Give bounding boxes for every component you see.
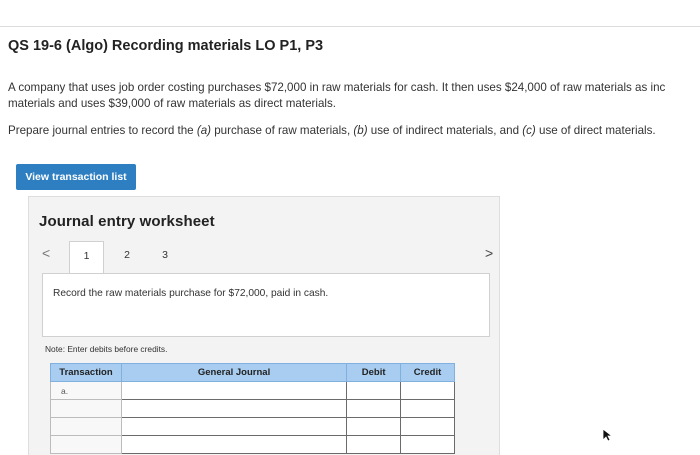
mouse-pointer-icon [602,428,614,442]
marker-b: (b) [353,124,368,137]
journal-header-row: Transaction General Journal Debit Credit [50,363,455,382]
tab-1[interactable]: 1 [69,241,104,274]
instructions-prefix: Prepare journal entries to record the [8,124,197,137]
account-select[interactable] [120,381,348,400]
step-instruction: Record the raw materials purchase for $7… [53,288,329,299]
transaction-cell [50,417,122,436]
step-instruction-box: Record the raw materials purchase for $7… [42,273,490,337]
debit-input[interactable] [346,381,402,400]
marker-c: (c) [522,124,536,137]
instructions-c: use of direct materials. [535,124,656,137]
tab-3[interactable]: 3 [155,241,175,269]
column-header-debit: Debit [346,363,402,382]
journal-entry-worksheet: Journal entry worksheet < 1 2 3 > Record… [28,196,500,455]
tab-2[interactable]: 2 [117,241,137,269]
top-divider [0,26,700,27]
account-select[interactable] [120,399,348,418]
account-select[interactable] [120,417,348,436]
account-select[interactable] [120,435,348,454]
credit-input[interactable] [400,399,455,418]
problem-line-1: A company that uses job order costing pu… [8,81,666,94]
previous-arrow-icon[interactable]: < [42,245,50,261]
transaction-cell: a. [50,381,122,400]
worksheet-title: Journal entry worksheet [39,213,215,230]
table-row [50,435,455,454]
debit-input[interactable] [346,417,402,436]
table-row [50,399,455,418]
transaction-cell [50,435,122,454]
next-arrow-icon[interactable]: > [485,245,493,261]
table-row: a. [50,381,455,400]
column-header-credit: Credit [400,363,455,382]
problem-statement: A company that uses job order costing pu… [8,80,698,112]
marker-a: (a) [196,124,211,137]
problem-line-2: materials and uses $39,000 of raw materi… [8,97,336,110]
transaction-cell [50,399,122,418]
instructions-b: use of indirect materials, and [367,124,523,137]
column-header-transaction: Transaction [50,363,122,382]
credit-input[interactable] [400,435,455,454]
instructions-a: purchase of raw materials, [211,124,354,137]
table-row [50,417,455,436]
debit-input[interactable] [346,435,402,454]
credit-input[interactable] [400,381,455,400]
credit-input[interactable] [400,417,455,436]
view-transaction-list-button[interactable]: View transaction list [16,164,136,190]
journal-table: Transaction General Journal Debit Credit… [50,363,455,454]
instructions-text: Prepare journal entries to record the (a… [8,124,656,137]
debit-input[interactable] [346,399,402,418]
page-title: QS 19-6 (Algo) Recording materials LO P1… [8,38,324,54]
column-header-general-journal: General Journal [120,363,348,382]
note-text: Note: Enter debits before credits. [45,344,168,354]
